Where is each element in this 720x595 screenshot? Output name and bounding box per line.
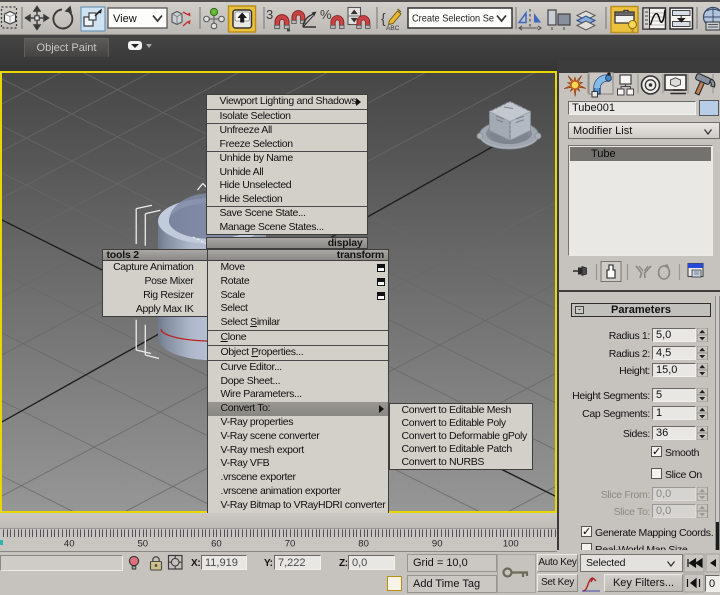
svg-text:View: View [113,13,137,25]
svg-text:%: % [320,7,332,22]
svg-text:3: 3 [266,7,273,22]
svg-text:90: 90 [432,539,443,550]
svg-text:Create Selection Se: Create Selection Se [412,13,494,25]
svg-text:70: 70 [285,539,296,550]
svg-text:80: 80 [358,539,369,550]
svg-text:{: { [381,10,386,26]
svg-text:50: 50 [138,539,149,550]
svg-text:ABC: ABC [386,25,400,32]
svg-text:40: 40 [64,539,75,550]
svg-text:60: 60 [211,539,222,550]
svg-text:100: 100 [503,539,519,550]
